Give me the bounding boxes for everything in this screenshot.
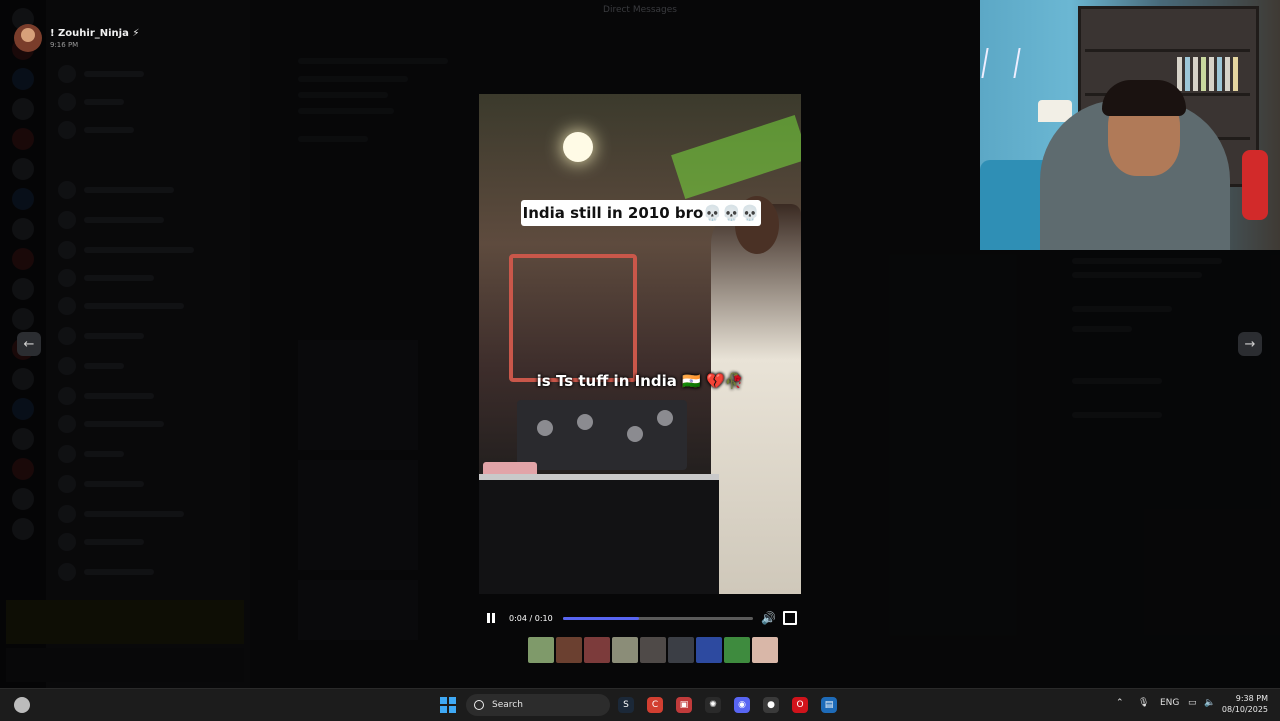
mic-tray-icon[interactable]: 🎙 <box>1138 698 1149 708</box>
avatar[interactable] <box>14 24 42 52</box>
arrow-right-icon: → <box>1244 336 1256 352</box>
video-frame-stand <box>509 254 637 382</box>
volume-tray-icon[interactable]: 🔈 <box>1204 698 1215 708</box>
video-frame-case <box>479 474 719 594</box>
system-clock[interactable]: 9:38 PM 08/10/2025 <box>1222 693 1268 715</box>
taskbar-search[interactable]: Search <box>466 694 610 716</box>
obs-icon[interactable]: ● <box>763 697 779 713</box>
taskbar: Search S C ▣ ✺ ◉ ● O ▤ ⌃ 🎙 ENG ▭ 🔈 9:38 PM 08/1… <box>0 688 1280 721</box>
media-thumbnail[interactable] <box>612 637 638 663</box>
weather-icon[interactable] <box>14 697 30 713</box>
video-frame-dj-deck <box>517 400 687 470</box>
search-icon <box>474 700 484 710</box>
video-frame-stage-light <box>563 132 593 162</box>
window-app-icon[interactable]: ▤ <box>821 697 837 713</box>
webcam-wall-decor <box>981 48 1021 78</box>
opera-icon[interactable]: O <box>792 697 808 713</box>
webcam-overlay <box>980 0 1280 250</box>
video-frame-person <box>711 204 801 594</box>
video-progress-fill <box>563 616 639 620</box>
steam-icon[interactable]: S <box>618 697 634 713</box>
message-timestamp: 9:16 PM <box>50 40 79 49</box>
video-progress-bar[interactable] <box>563 616 753 620</box>
chrome-icon[interactable]: C <box>647 697 663 713</box>
media-thumbnail[interactable] <box>640 637 666 663</box>
media-thumbnail-strip <box>528 637 778 663</box>
volume-icon[interactable]: 🔊 <box>761 611 776 625</box>
media-thumbnail[interactable] <box>584 637 610 663</box>
media-thumbnail[interactable] <box>724 637 750 663</box>
video-caption-middle: is Ts tuff in India 🇮🇳 💔🥀 <box>536 372 744 390</box>
discord-icon[interactable]: ◉ <box>734 697 750 713</box>
clock-time: 9:38 PM <box>1235 694 1268 703</box>
clock-date: 08/10/2025 <box>1221 705 1268 714</box>
chevron-up-icon[interactable]: ⌃ <box>1116 698 1124 708</box>
windows-start-icon[interactable] <box>440 697 456 713</box>
next-button[interactable]: → <box>1238 332 1262 356</box>
capture-icon[interactable]: ▣ <box>676 697 692 713</box>
media-thumbnail[interactable] <box>752 637 778 663</box>
previous-button[interactable]: ← <box>17 332 41 356</box>
chatgpt-icon[interactable]: ✺ <box>705 697 721 713</box>
arrow-left-icon: ← <box>23 336 35 352</box>
fullscreen-icon[interactable] <box>783 611 797 625</box>
network-icon[interactable]: ▭ <box>1188 698 1197 708</box>
pause-icon[interactable] <box>485 612 497 624</box>
video-timecode: 0:04 / 0:10 <box>509 613 553 623</box>
media-thumbnail[interactable] <box>528 637 554 663</box>
video-player[interactable]: India still in 2010 bro💀💀💀 is Ts tuff in… <box>479 94 801 594</box>
webcam-hair <box>1102 80 1186 116</box>
author-name[interactable]: ! Zouhir_Ninja ⚡ <box>50 28 139 39</box>
video-controls: 0:04 / 0:10 🔊 <box>479 606 801 630</box>
media-thumbnail[interactable] <box>696 637 722 663</box>
media-thumbnail[interactable] <box>556 637 582 663</box>
language-indicator[interactable]: ENG <box>1160 698 1179 708</box>
media-thumbnail[interactable] <box>668 637 694 663</box>
media-viewer-header: ! Zouhir_Ninja ⚡ 9:16 PM <box>14 24 139 52</box>
search-label: Search <box>492 700 523 710</box>
video-frame-light-beam <box>671 115 801 199</box>
microphone-icon <box>1242 150 1268 220</box>
video-caption-top: India still in 2010 bro💀💀💀 <box>521 200 761 226</box>
